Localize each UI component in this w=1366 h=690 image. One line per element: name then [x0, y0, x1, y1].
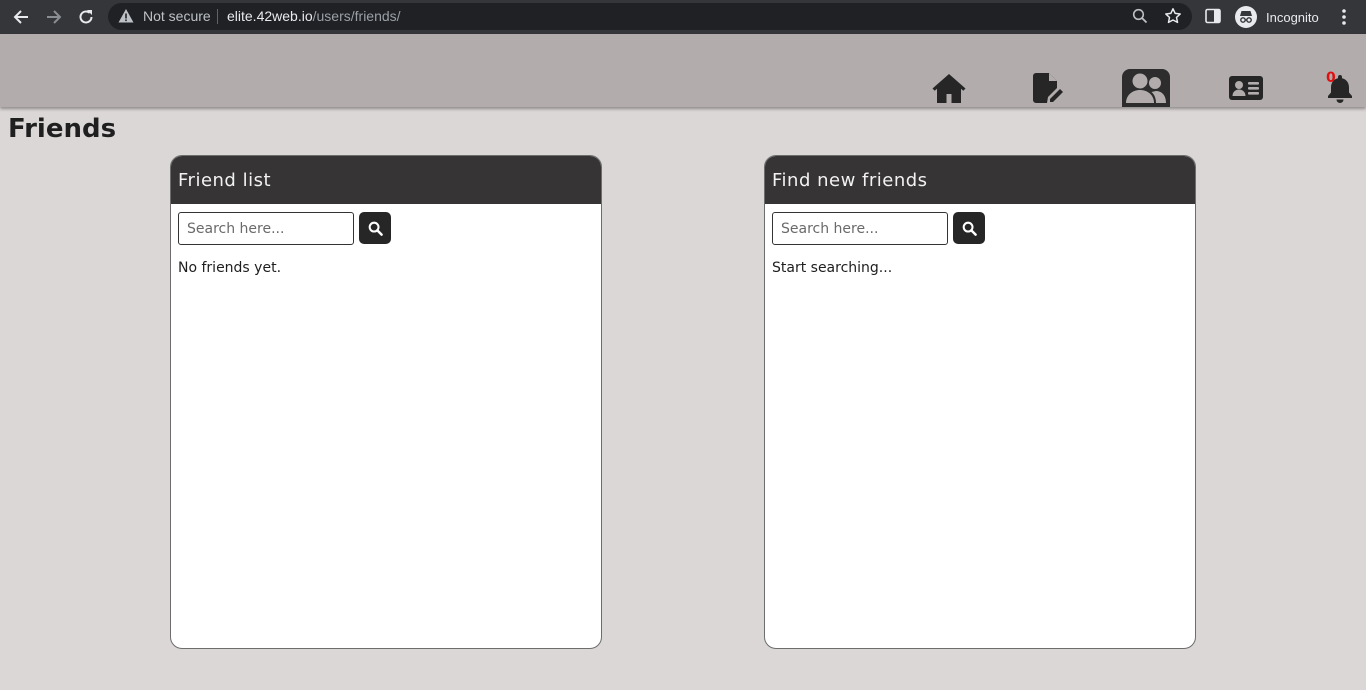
url-path: /users/friends/: [312, 8, 401, 24]
id-card-icon: [1229, 76, 1263, 100]
friend-search-input[interactable]: [178, 212, 354, 245]
arrow-left-icon: [13, 10, 28, 24]
friend-list-panel: Friend list No friends yet.: [170, 155, 602, 649]
address-bar[interactable]: Not secure elite.42web.io/users/friends/: [108, 3, 1192, 30]
friend-list-empty-message: No friends yet.: [178, 260, 282, 276]
omnibox-divider: [217, 9, 218, 24]
security-label[interactable]: Not secure: [143, 8, 211, 24]
find-friends-panel: Find new friends Start searching...: [764, 155, 1196, 649]
friend-list-title: Friend list: [178, 169, 272, 191]
profile-label: Incognito: [1266, 9, 1319, 25]
nav-home[interactable]: [925, 69, 973, 107]
url-host: elite.42web.io: [227, 8, 313, 24]
incognito-icon: [1235, 6, 1257, 28]
side-panel-icon[interactable]: [1205, 8, 1221, 24]
nav-posts[interactable]: [1023, 69, 1071, 107]
reload-icon: [79, 10, 93, 24]
search-icon: [368, 221, 383, 236]
find-friends-search-input[interactable]: [772, 212, 948, 245]
browser-toolbar: Not secure elite.42web.io/users/friends/…: [0, 0, 1366, 34]
search-icon: [962, 221, 977, 236]
nav-profile[interactable]: [1222, 69, 1270, 107]
find-friends-search: [772, 212, 985, 245]
forward-button[interactable]: [42, 5, 66, 29]
friend-list-header: Friend list: [171, 156, 601, 204]
find-friends-message: Start searching...: [772, 260, 893, 276]
page-title: Friends: [8, 114, 117, 144]
warning-icon: [118, 9, 134, 23]
friend-list-search: [178, 212, 391, 245]
find-friends-search-button[interactable]: [953, 212, 985, 244]
file-pen-icon: [1033, 73, 1063, 103]
home-icon: [932, 74, 966, 103]
friend-search-button[interactable]: [359, 212, 391, 244]
nav-friends[interactable]: [1122, 69, 1170, 107]
user-group-icon: [1126, 73, 1166, 103]
site-header: 0: [0, 34, 1366, 107]
back-button[interactable]: [9, 5, 33, 29]
bookmark-star-icon[interactable]: [1164, 7, 1182, 25]
nav-notifications[interactable]: [1316, 69, 1364, 107]
browser-menu-icon[interactable]: [1336, 8, 1352, 26]
arrow-right-icon: [47, 10, 62, 24]
incognito-profile-button[interactable]: Incognito: [1233, 4, 1325, 30]
reload-button[interactable]: [74, 5, 98, 29]
url-text[interactable]: elite.42web.io/users/friends/: [227, 8, 401, 24]
find-friends-header: Find new friends: [765, 156, 1195, 204]
zoom-icon[interactable]: [1132, 8, 1148, 24]
find-friends-title: Find new friends: [772, 169, 928, 191]
notification-count-badge: 0: [1326, 70, 1336, 86]
